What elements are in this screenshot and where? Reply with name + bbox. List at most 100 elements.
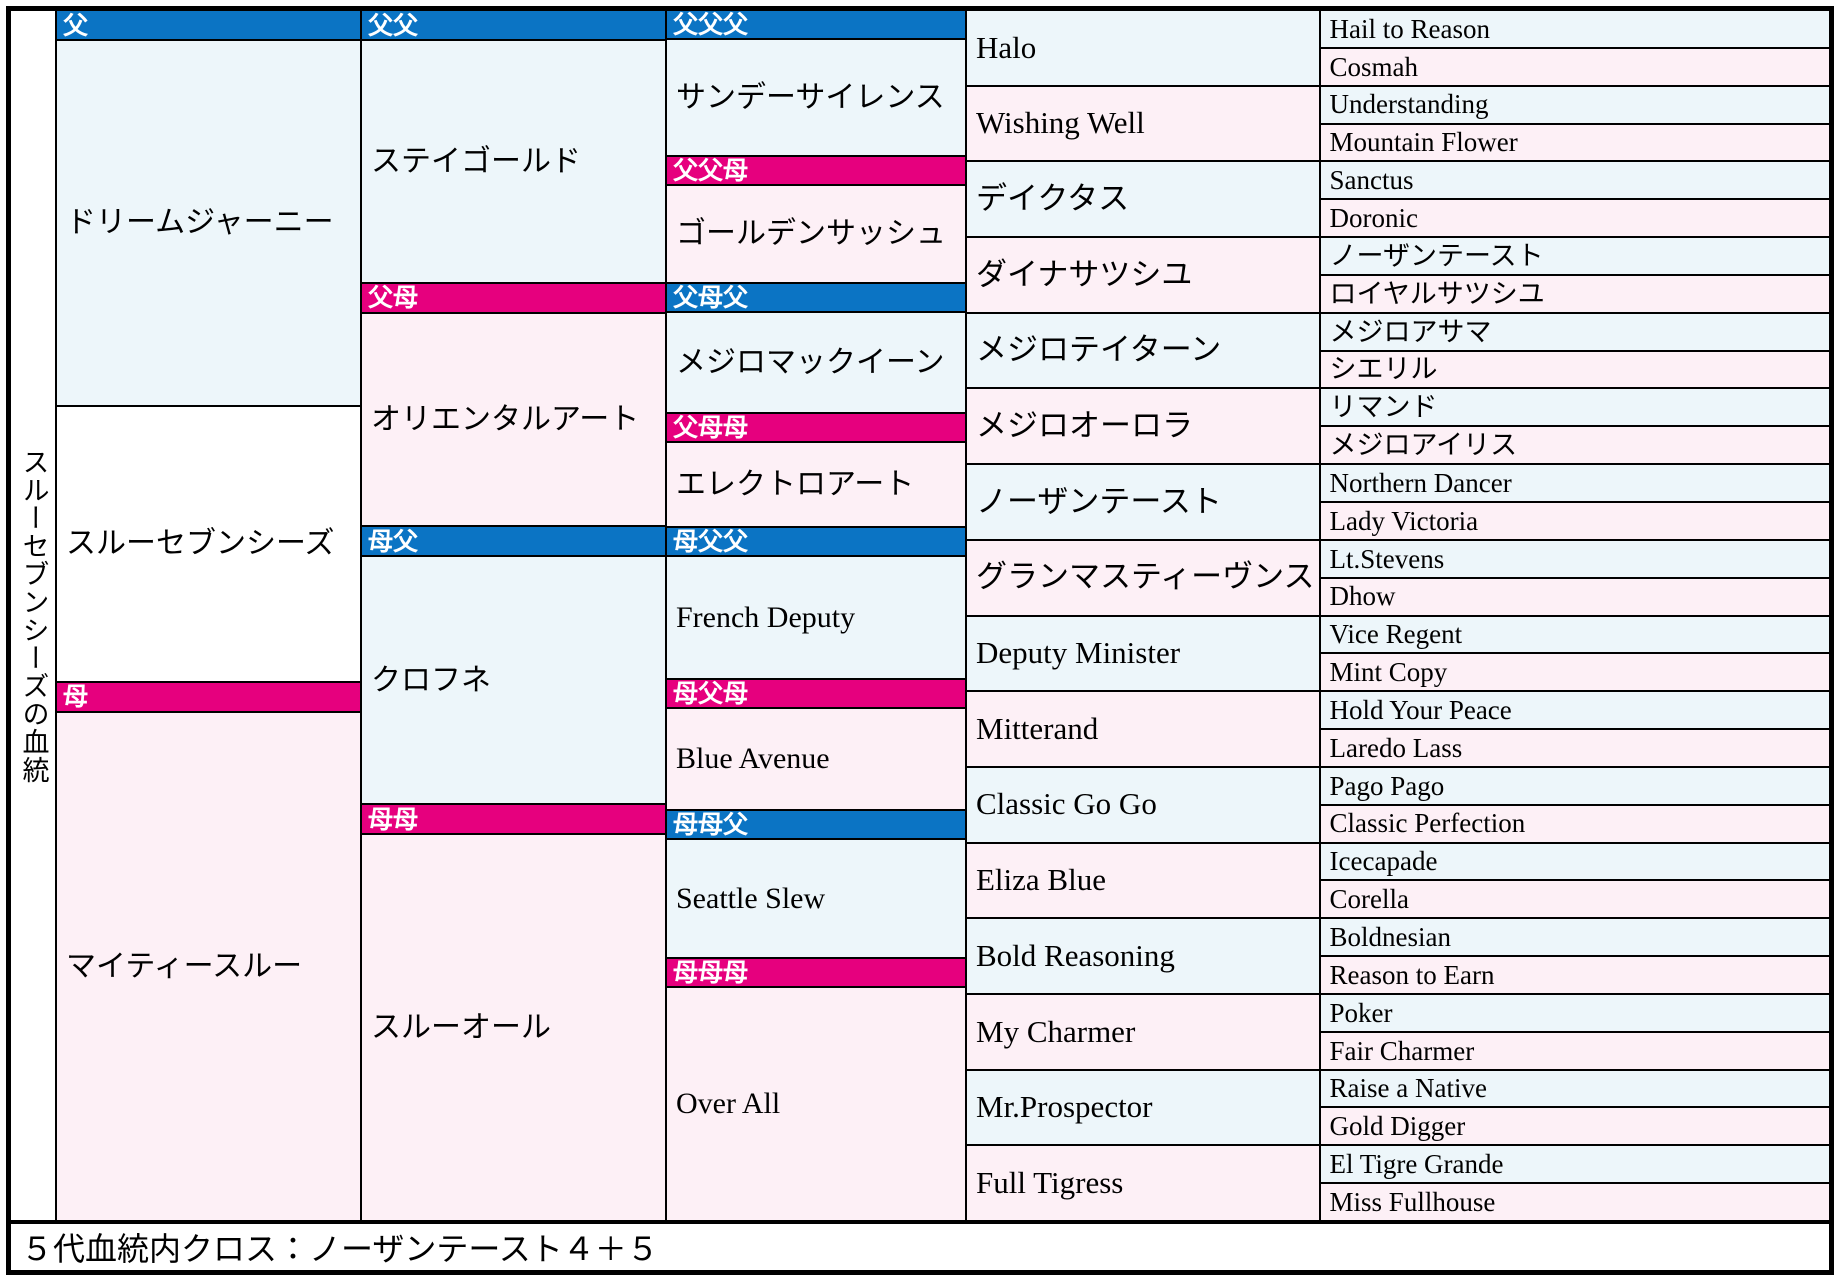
gen5-horse-name-cell: Cosmah: [1321, 49, 1829, 85]
gen5-horse-name-cell: メジロアイリス: [1321, 427, 1829, 463]
gen4-cell: メジロオーロラ: [967, 389, 1319, 466]
gen5-horse-name: Classic Perfection: [1329, 808, 1526, 839]
gen5-horse-name-cell: Laredo Lass: [1321, 730, 1829, 766]
gen4-horse-name: Deputy Minister: [976, 635, 1181, 671]
gen5-horse-name: Miss Fullhouse: [1329, 1186, 1496, 1217]
gen5-cell: Sanctus: [1320, 162, 1829, 201]
gen4-cell: Full Tigress: [967, 1146, 1319, 1220]
gen5-cell: シエリル: [1320, 351, 1829, 390]
gen4-horse-name-cell: ダイナサツシユ: [967, 238, 1319, 312]
gen4-horse-name-cell: メジロオーロラ: [967, 389, 1319, 463]
gen2-horse-name-cell: スルーオール: [362, 835, 665, 1220]
gen3-cell: 父母父 メジロマックイーン: [667, 283, 965, 415]
gen5-cell: Hail to Reason: [1320, 11, 1829, 49]
gen4-horse-name: Wishing Well: [976, 105, 1145, 141]
gen4-cell: Wishing Well: [967, 86, 1319, 163]
gen4-horse-name-cell: Wishing Well: [967, 87, 1319, 161]
gen5-horse-name: メジロアイリス: [1329, 430, 1518, 461]
gen5-horse-name-cell: Poker: [1321, 995, 1829, 1031]
gen5-horse-name-cell: Mint Copy: [1321, 654, 1829, 690]
gen4-horse-name-cell: Mitterand: [967, 692, 1319, 766]
gen5-horse-name: Poker: [1329, 997, 1393, 1028]
gen5-horse-name-cell: Lt.Stevens: [1321, 541, 1829, 577]
generation-4-column: Halo Wishing Well デイクタスダイナサツシユメジロテイターンメジロオ…: [967, 11, 1321, 1220]
gen5-cell: Cosmah: [1320, 48, 1829, 87]
gen1-horse-name-cell: スルーセブンシーズ: [57, 407, 360, 681]
gen5-horse-name: El Tigre Grande: [1329, 1149, 1504, 1180]
gen4-horse-name-cell: Classic Go Go: [967, 768, 1319, 842]
gen5-horse-name-cell: Sanctus: [1321, 162, 1829, 198]
gen5-horse-name: メジロアサマ: [1329, 316, 1492, 347]
gen1-position-label: 母: [57, 682, 360, 713]
gen2-position-label: 母母: [362, 805, 665, 836]
gen5-horse-name: Dhow: [1329, 581, 1396, 612]
gen4-cell: デイクタス: [967, 162, 1319, 239]
gen2-horse-name-cell: オリエンタルアート: [362, 314, 665, 526]
gen4-horse-name-cell: My Charmer: [967, 995, 1319, 1069]
gen5-cell: Vice Regent: [1320, 616, 1829, 655]
gen4-cell: Classic Go Go: [967, 767, 1319, 844]
gen3-cell: 父母母エレクトロアート: [667, 414, 965, 529]
gen4-cell: Mr.Prospector: [967, 1070, 1319, 1147]
gen4-horse-name: デイクタス: [976, 180, 1130, 216]
gen2-cell: 父母 オリエンタルアート: [362, 283, 665, 528]
gen5-horse-name-cell: Vice Regent: [1321, 617, 1829, 653]
gen3-horse-name-cell: Blue Avenue: [667, 709, 965, 809]
gen3-horse-name: エレクトロアート: [676, 467, 915, 501]
gen5-cell: Pago Pago: [1320, 767, 1829, 806]
gen3-horse-name: サンデーサイレンス: [676, 80, 945, 114]
gen1-cell: スルーセブンシーズ: [57, 406, 360, 683]
gen2-horse-name: ステイゴールド: [371, 144, 581, 178]
gen3-position-label: 父父母: [667, 157, 965, 187]
gen5-horse-name: Doronic: [1329, 202, 1419, 233]
gen4-cell: ダイナサツシユ: [967, 238, 1319, 314]
gen3-position-label: 父母母: [667, 414, 965, 444]
gen1-cell: 父ドリームジャーニー: [57, 11, 360, 407]
gen5-horse-name: Gold Digger: [1329, 1111, 1466, 1142]
gen3-cell: 父父母 ゴールデンサッシュ: [667, 157, 965, 284]
gen4-horse-name-cell: Eliza Blue: [967, 844, 1319, 918]
pedigree-page: スルーセブンシーズの血統 父ドリームジャーニー スルーセブンシーズ母マイティースル…: [0, 0, 1840, 1281]
gen5-horse-name: Northern Dancer: [1329, 467, 1512, 498]
gen5-cell: リマンド: [1320, 389, 1829, 428]
generation-2-column: 父父 ステイゴールド 父母 オリエンタルアート 母父 クロフネ 母母 スルーオール: [362, 11, 667, 1221]
gen4-horse-name: メジロテイターン: [976, 332, 1222, 368]
gen3-position-label: 母母母: [667, 959, 965, 989]
gen5-horse-name: ロイヤルサツシユ: [1329, 278, 1545, 309]
gen3-horse-name-cell: ゴールデンサッシュ: [667, 186, 965, 282]
gen5-cell: Classic Perfection: [1320, 805, 1829, 844]
gen5-cell: Boldnesian: [1320, 919, 1829, 958]
gen2-position-label: 父母: [362, 283, 665, 314]
gen5-cell: Miss Fullhouse: [1320, 1184, 1829, 1220]
pedigree-title-text: スルーセブンシーズの血統: [17, 447, 49, 784]
gen3-position-label: 父父父: [667, 11, 965, 40]
gen5-horse-name-cell: Understanding: [1321, 87, 1829, 123]
gen4-horse-name-cell: Halo: [967, 11, 1319, 85]
gen5-horse-name: Vice Regent: [1329, 619, 1463, 650]
gen4-horse-name: Bold Reasoning: [976, 937, 1175, 973]
gen5-horse-name-cell: メジロアサマ: [1321, 314, 1829, 350]
gen5-horse-name: Mint Copy: [1329, 657, 1448, 688]
gen4-horse-name-cell: デイクタス: [967, 162, 1319, 236]
gen4-cell: ノーザンテースト: [967, 465, 1319, 541]
gen5-horse-name-cell: Hail to Reason: [1321, 11, 1829, 47]
pedigree-table: スルーセブンシーズの血統 父ドリームジャーニー スルーセブンシーズ母マイティースル…: [6, 6, 1834, 1275]
gen3-cell: 父父父サンデーサイレンス: [667, 11, 965, 158]
gen5-horse-name: Pago Pago: [1329, 770, 1445, 801]
gen5-horse-name: リマンド: [1329, 392, 1438, 423]
gen5-horse-name: ノーザンテースト: [1329, 240, 1544, 271]
gen1-cell: 母マイティースルー: [57, 682, 360, 1220]
inbreeding-note: ５代血統内クロス：ノーザンテースト４＋５: [11, 1220, 1829, 1270]
gen5-cell: Laredo Lass: [1320, 730, 1829, 768]
gen2-cell: 母母スルーオール: [362, 805, 665, 1221]
gen5-cell: Doronic: [1320, 200, 1829, 239]
gen5-horse-name-cell: シエリル: [1321, 352, 1829, 388]
gen3-position-label: 母父母: [667, 680, 965, 710]
gen5-cell: ノーザンテースト: [1320, 238, 1829, 276]
gen5-horse-name-cell: ノーザンテースト: [1321, 238, 1829, 274]
gen5-horse-name: Corella: [1329, 884, 1410, 915]
gen4-horse-name: Classic Go Go: [976, 786, 1157, 822]
gen2-horse-name: スルーオール: [371, 1010, 551, 1044]
gen4-horse-name-cell: Deputy Minister: [967, 617, 1319, 691]
gen5-horse-name-cell: Dhow: [1321, 579, 1829, 615]
